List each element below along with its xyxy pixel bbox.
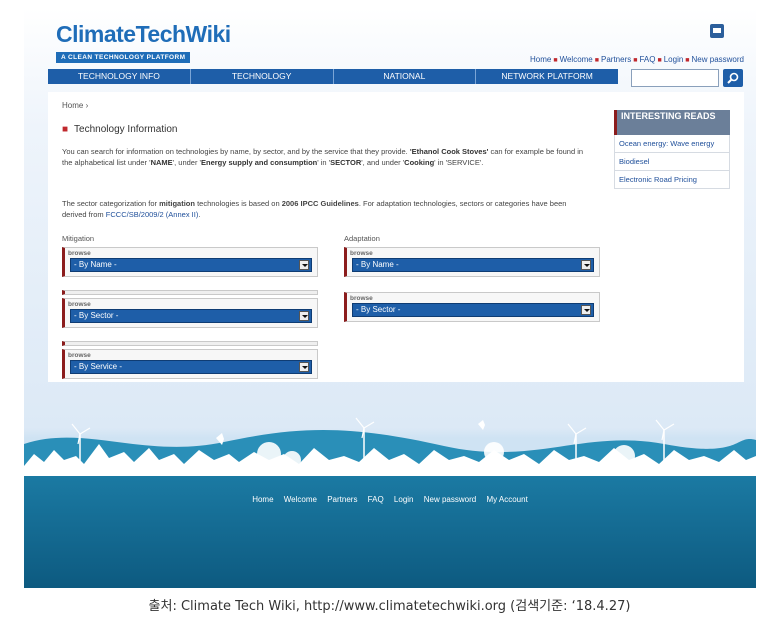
page-title-text: Technology Information [74,124,178,135]
toplink-faq[interactable]: FAQ [639,55,655,64]
site-logo[interactable]: ClimateTechWiki A CLEAN TECHNOLOGY PLATF… [56,22,231,64]
print-icon[interactable] [710,24,724,38]
intro-text: The sector categorization for [62,199,160,208]
toplink-home[interactable]: Home [530,55,551,64]
select-value: - By Name - [356,260,399,269]
search-icon [727,72,739,84]
mitigation-by-service: browse - By Service - [62,349,318,379]
toplink-partners[interactable]: Partners [601,55,631,64]
select-value: - By Sector - [74,311,119,320]
nav-technology[interactable]: TECHNOLOGY [191,69,334,84]
select-value: - By Service - [74,362,123,371]
interesting-reads-title: INTERESTING READS [614,110,730,135]
select-value: - By Name - [74,260,117,269]
adaptation-by-sector: browse - By Sector - [344,292,600,322]
intro-text: . [198,210,201,219]
chevron-down-icon[interactable] [581,260,591,270]
read-item-ocean-energy[interactable]: Ocean energy: Wave energy [614,135,730,153]
footer-my-account[interactable]: My Account [486,495,527,504]
adaptation-label: Adaptation [344,234,380,243]
logo-tagline: A CLEAN TECHNOLOGY PLATFORM [56,52,191,63]
intro-text: ' in ' [317,158,331,167]
footer-partners[interactable]: Partners [327,495,357,504]
mitigation-service-select[interactable]: - By Service - [70,360,312,374]
mitigation-sector-select[interactable]: - By Sector - [70,309,312,323]
footer-home[interactable]: Home [252,495,273,504]
collapsed-bar [62,290,318,295]
nav-network-platform[interactable]: NETWORK PLATFORM [476,69,618,84]
toplink-welcome[interactable]: Welcome [560,55,593,64]
logo-wordmark: ClimateTechWiki [56,21,231,47]
footer-welcome[interactable]: Welcome [284,495,317,504]
chevron-down-icon[interactable] [299,260,309,270]
source-caption: 출처: Climate Tech Wiki, http://www.climat… [148,599,631,614]
nav-technology-info[interactable]: TECHNOLOGY INFO [48,69,191,84]
browse-label: browse [68,250,91,257]
intro-bold: 2006 IPCC Guidelines [281,199,359,208]
fccc-link[interactable]: FCCC/SB/2009/2 (Annex II) [106,210,199,219]
bullet-icon: ■ [62,124,69,135]
collapsed-bar [62,341,318,346]
main-nav: TECHNOLOGY INFO TECHNOLOGY NATIONAL NETW… [48,69,618,84]
footer-login[interactable]: Login [394,495,414,504]
intro-text: ', and under ' [361,158,405,167]
search-input[interactable] [631,69,719,87]
page-title: ■ Technology Information [62,124,177,135]
footer-links: Home Welcome Partners FAQ Login New pass… [24,495,756,504]
read-item-biodiesel[interactable]: Biodiesel [614,153,730,171]
chevron-down-icon[interactable] [299,311,309,321]
intro-bold: 'Ethanol Cook Stoves' [409,147,489,156]
mitigation-by-name: browse - By Name - [62,247,318,277]
select-value: - By Sector - [356,305,401,314]
toplink-new-password[interactable]: New password [692,55,744,64]
toplink-login[interactable]: Login [664,55,684,64]
search-button[interactable] [723,69,743,87]
adaptation-name-select[interactable]: - By Name - [352,258,594,272]
mitigation-label: Mitigation [62,234,95,243]
page-frame: ClimateTechWiki A CLEAN TECHNOLOGY PLATF… [24,8,756,588]
footer-faq[interactable]: FAQ [368,495,384,504]
top-links: Home ■ Welcome ■ Partners ■ FAQ ■ Login ■ New pass… [529,55,744,64]
browse-label: browse [68,352,91,359]
browse-label: browse [68,301,91,308]
nav-national[interactable]: NATIONAL [334,69,477,84]
footer-new-password[interactable]: New password [424,495,476,504]
intro-bold: SECTOR [330,158,362,167]
main-content: Home › ■ Technology Information You can s… [48,92,744,382]
categorization-paragraph: The sector categorization for mitigation… [62,198,592,220]
intro-text: You can search for information on techno… [62,147,410,156]
intro-paragraph: You can search for information on techno… [62,146,592,168]
intro-bold: Cooking [404,158,435,167]
interesting-reads-panel: INTERESTING READS Ocean energy: Wave ene… [614,110,730,189]
read-item-road-pricing[interactable]: Electronic Road Pricing [614,171,730,189]
intro-bold: mitigation [159,199,195,208]
breadcrumb[interactable]: Home › [62,101,88,110]
intro-bold: NAME [150,158,173,167]
intro-text: ', under ' [172,158,201,167]
browse-label: browse [350,295,373,302]
intro-bold: Energy supply and consumption [200,158,318,167]
chevron-down-icon[interactable] [581,305,591,315]
browse-label: browse [350,250,373,257]
mitigation-by-sector: browse - By Sector - [62,298,318,328]
mitigation-name-select[interactable]: - By Name - [70,258,312,272]
intro-text: technologies is based on [194,199,282,208]
intro-text: ' in 'SERVICE'. [434,158,484,167]
adaptation-sector-select[interactable]: - By Sector - [352,303,594,317]
chevron-down-icon[interactable] [299,362,309,372]
adaptation-by-name: browse - By Name - [344,247,600,277]
